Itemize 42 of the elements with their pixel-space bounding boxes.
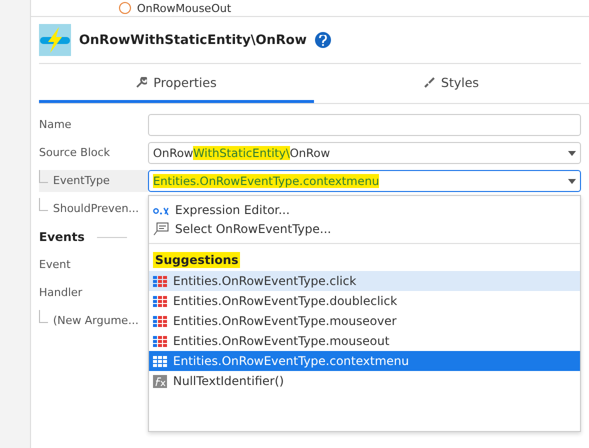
- property-label: (New Argume...: [39, 310, 148, 332]
- brush-icon: [424, 76, 436, 88]
- section-heading: Events: [39, 230, 85, 244]
- dropdown-field[interactable]: Entities.OnRowEventType.contextmenu: [148, 170, 581, 192]
- table-icon: [153, 316, 167, 326]
- lightning-icon: [39, 24, 71, 56]
- table-icon: [153, 276, 167, 286]
- menu-item[interactable]: Expression Editor...: [175, 202, 290, 216]
- suggestion-item[interactable]: Entities.OnRowEventType.mouseout: [149, 331, 580, 351]
- help-icon[interactable]: [314, 32, 331, 48]
- caret-icon: [568, 178, 576, 184]
- property-label: Handler: [39, 285, 84, 301]
- suggestion-item[interactable]: NullTextIdentifier(): [149, 371, 580, 391]
- menu-item[interactable]: Select OnRowEventType...: [175, 222, 332, 236]
- table-icon: [153, 336, 167, 346]
- block-title: OnRowWithStaticEntity\OnRow: [79, 32, 307, 48]
- tab[interactable]: Properties: [39, 64, 314, 103]
- property-label: EventType: [39, 170, 148, 192]
- list-select-icon: [153, 222, 169, 236]
- function-icon: [153, 374, 167, 388]
- dropdown-field[interactable]: OnRowWithStaticEntity\OnRow: [148, 142, 581, 164]
- input-field[interactable]: [148, 114, 581, 136]
- highlighted-text: WithStaticEntity\: [193, 146, 290, 160]
- value-text: OnRow: [153, 146, 194, 160]
- property-label: Source Block: [39, 145, 112, 161]
- highlighted-text: Entities.OnRowEventType.contextmenu: [153, 174, 380, 188]
- caret-icon: [568, 150, 576, 156]
- circle-icon: [119, 2, 131, 14]
- value-text: OnRow: [290, 146, 330, 160]
- property-label: ShouldPreven...: [39, 198, 148, 220]
- property-label: Event: [39, 257, 72, 273]
- table-icon: [153, 356, 167, 366]
- outline-item[interactable]: OnRowMouseOut: [137, 2, 232, 14]
- suggestion-item[interactable]: Entities.OnRowEventType.click: [149, 271, 580, 291]
- suggestion-item[interactable]: Entities.OnRowEventType.contextmenu: [149, 351, 580, 371]
- wrench-icon: [136, 76, 148, 88]
- suggestion-item[interactable]: Entities.OnRowEventType.doubleclick: [149, 291, 580, 311]
- property-label: Name: [39, 117, 72, 133]
- tab[interactable]: Styles: [314, 64, 589, 103]
- suggestions-heading: Suggestions: [153, 252, 240, 268]
- table-icon: [153, 296, 167, 306]
- suggestion-item[interactable]: Entities.OnRowEventType.mouseover: [149, 311, 580, 331]
